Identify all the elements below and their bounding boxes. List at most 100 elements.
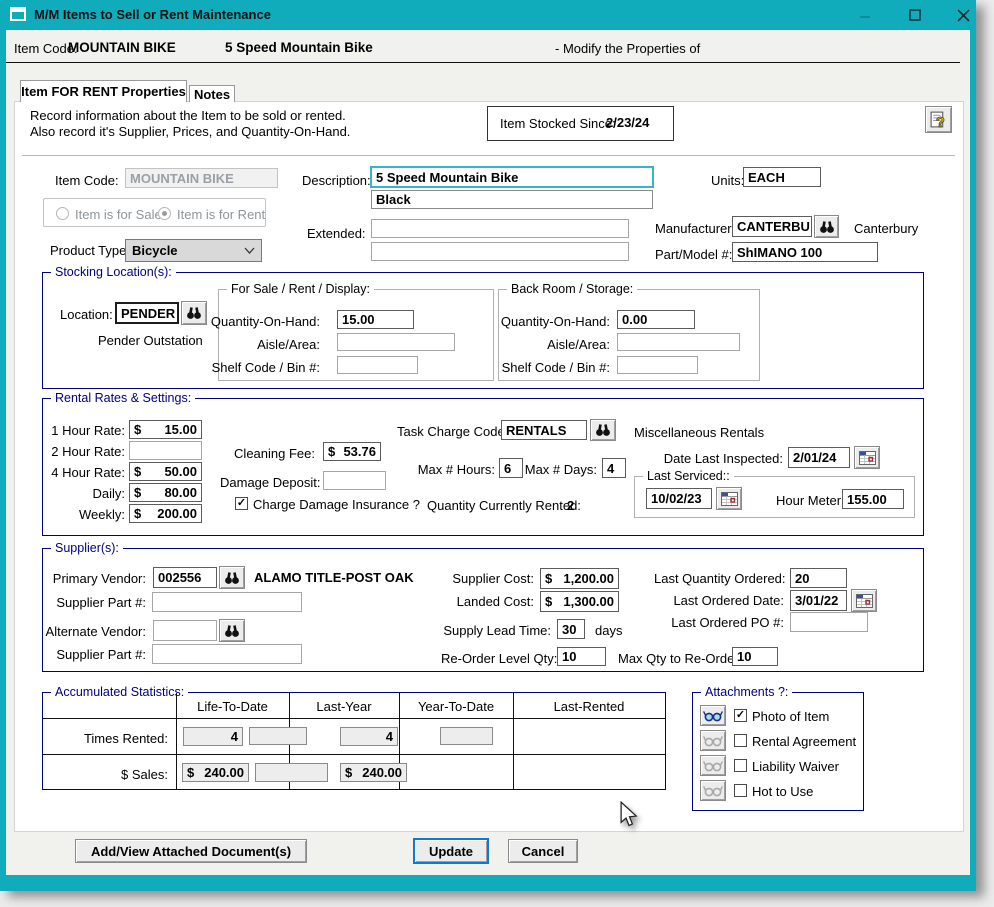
inspected-calendar-button[interactable] — [854, 446, 880, 469]
manufacturer-field[interactable]: CANTERBU — [732, 216, 812, 237]
view-liability-waiver-button[interactable] — [700, 755, 726, 776]
max-reorder-field[interactable]: 10 — [732, 647, 778, 666]
max-days-field[interactable]: 4 — [602, 458, 626, 478]
rate-1hr-field[interactable]: $15.00 — [129, 420, 202, 439]
damage-deposit-label: Damage Deposit: — [220, 475, 315, 490]
stocked-since-value: 2/23/24 — [606, 115, 649, 130]
part-model-field[interactable]: ShIMANO 100 — [732, 242, 878, 262]
times-rented-ytd: 4 — [340, 727, 398, 746]
last-ordered-date-field[interactable]: 3/01/22 — [790, 590, 847, 611]
photo-of-item-checkbox[interactable] — [734, 709, 747, 722]
cleaning-fee-label: Cleaning Fee: — [225, 446, 315, 461]
product-type-label: Product Type: — [50, 243, 130, 258]
last-serviced-field[interactable]: 10/02/23 — [646, 488, 712, 509]
serviced-calendar-button[interactable] — [716, 487, 742, 510]
alternate-part-field[interactable] — [152, 644, 302, 664]
display-qoh-label: Quantity-On-Hand: — [210, 314, 320, 329]
supply-lead-time-units: days — [595, 623, 622, 638]
supply-lead-time-field[interactable]: 30 — [557, 619, 585, 639]
qty-currently-rented-value: 2 — [567, 498, 574, 513]
primary-vendor-name: ALAMO TITLE-POST OAK — [254, 570, 414, 585]
charge-damage-insurance-label: Charge Damage Insurance ? — [253, 497, 420, 512]
header-item-description: 5 Speed Mountain Bike — [225, 40, 373, 55]
rental-agreement-label: Rental Agreement — [752, 734, 856, 749]
extended-field-2[interactable] — [371, 242, 629, 261]
cancel-button[interactable]: Cancel — [508, 839, 578, 863]
primary-vendor-lookup-button[interactable] — [219, 566, 245, 589]
location-lookup-button[interactable] — [181, 301, 207, 325]
hot-to-use-label: Hot to Use — [752, 784, 813, 799]
rental-rates-title: Rental Rates & Settings: — [51, 391, 195, 405]
supplier-cost-field[interactable]: $1,200.00 — [540, 568, 619, 589]
view-photo-button[interactable] — [700, 705, 726, 726]
rate-4hr-label: 4 Hour Rate: — [35, 465, 125, 480]
tab-item-for-rent-properties[interactable]: Item FOR RENT Properties — [20, 80, 187, 102]
extended-field-1[interactable] — [371, 219, 629, 238]
rate-daily-label: Daily: — [35, 486, 125, 501]
reorder-level-field[interactable]: 10 — [557, 647, 606, 666]
task-charge-code-field[interactable]: RENTALS — [501, 420, 587, 440]
charge-damage-insurance-checkbox[interactable] — [235, 497, 248, 510]
liability-waiver-checkbox[interactable] — [734, 759, 747, 772]
primary-part-field[interactable] — [152, 592, 302, 612]
units-field[interactable]: EACH — [743, 167, 821, 187]
last-ordered-po-field[interactable] — [790, 612, 868, 632]
last-serviced-title: Last Serviced:: — [643, 469, 734, 483]
minimize-button[interactable] — [846, 0, 884, 30]
storage-shelf-field[interactable] — [617, 356, 698, 374]
storage-aisle-field[interactable] — [617, 333, 740, 351]
stats-grid-line — [43, 754, 665, 755]
hot-to-use-checkbox[interactable] — [734, 784, 747, 797]
times-rented-last-year — [249, 727, 307, 745]
hour-meter-field[interactable]: 155.00 — [842, 489, 904, 509]
update-button[interactable]: Update — [413, 838, 489, 864]
description2-field[interactable]: Black — [371, 190, 653, 209]
storage-qoh-field[interactable]: 0.00 — [617, 310, 695, 329]
times-rented-last-rented — [440, 727, 493, 745]
cleaning-fee-field[interactable]: $53.76 — [323, 442, 381, 461]
rate-daily-field[interactable]: $80.00 — [129, 483, 202, 502]
eyeglasses-icon — [703, 709, 723, 722]
display-qoh-field[interactable]: 15.00 — [337, 310, 414, 329]
rate-weekly-field[interactable]: $200.00 — [129, 504, 202, 523]
header-modify-text: - Modify the Properties of — [555, 41, 700, 56]
task-charge-name: Miscellaneous Rentals — [634, 425, 764, 440]
view-rental-agreement-button[interactable] — [700, 730, 726, 751]
rate-2hr-field[interactable] — [129, 441, 202, 460]
landed-cost-field[interactable]: $1,300.00 — [540, 591, 619, 612]
task-charge-lookup-button[interactable] — [590, 419, 616, 441]
product-type-select[interactable]: Bicycle — [125, 239, 262, 262]
display-aisle-field[interactable] — [337, 333, 455, 351]
description-field[interactable]: 5 Speed Mountain Bike — [370, 166, 654, 188]
location-field[interactable]: PENDER — [115, 302, 179, 324]
maximize-button[interactable] — [896, 0, 934, 30]
rate-4hr-field[interactable]: $50.00 — [129, 462, 202, 481]
view-hot-to-use-button[interactable] — [700, 780, 726, 801]
eyeglasses-icon — [703, 759, 723, 772]
rate-weekly-label: Weekly: — [35, 507, 125, 522]
damage-deposit-field[interactable] — [323, 471, 386, 490]
item-for-rent-label: Item is for Rent — [177, 207, 265, 222]
alternate-vendor-field[interactable] — [153, 620, 217, 641]
alternate-vendor-lookup-button[interactable] — [219, 619, 245, 642]
close-button[interactable] — [944, 0, 982, 30]
sales-ytd: $240.00 — [340, 763, 407, 782]
last-qty-ordered-field: 20 — [790, 568, 847, 588]
rate-1hr-label: 1 Hour Rate: — [35, 423, 125, 438]
date-last-inspected-field[interactable]: 2/01/24 — [788, 447, 850, 468]
add-view-documents-button[interactable]: Add/View Attached Document(s) — [75, 839, 307, 863]
display-shelf-field[interactable] — [337, 356, 418, 374]
help-button[interactable]: ? — [925, 106, 952, 133]
binoculars-icon — [819, 220, 835, 234]
header-divider — [6, 62, 960, 63]
manufacturer-lookup-button[interactable] — [814, 215, 839, 238]
intro-line1: Record information about the Item to be … — [30, 108, 346, 123]
binoculars-icon — [186, 306, 202, 320]
stocked-since-box: Item Stocked Since: 2/23/24 — [487, 106, 674, 141]
task-charge-code-label: Task Charge Code: — [397, 424, 497, 439]
tab-notes[interactable]: Notes — [189, 85, 235, 102]
last-ordered-calendar-button[interactable] — [851, 589, 877, 612]
reorder-level-label: Re-Order Level Qty: — [441, 651, 551, 666]
primary-vendor-field[interactable]: 002556 — [153, 567, 217, 588]
rental-agreement-checkbox[interactable] — [734, 734, 747, 747]
